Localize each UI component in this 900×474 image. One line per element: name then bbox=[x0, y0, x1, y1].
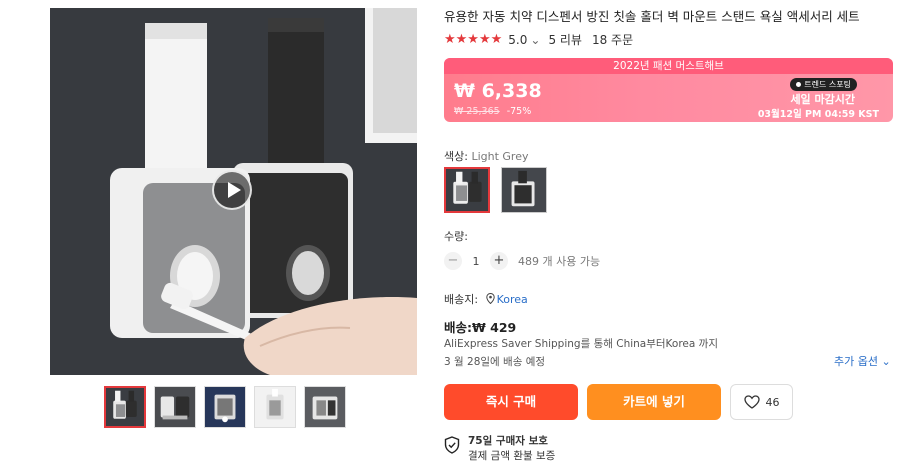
heart-icon bbox=[743, 395, 760, 409]
product-main-image[interactable] bbox=[50, 8, 417, 375]
rating-stars-icon: ★★★★★ bbox=[444, 32, 503, 47]
location-pin-icon bbox=[485, 292, 495, 305]
quantity-input[interactable]: 1 bbox=[462, 255, 490, 268]
event-title: 2022년 패션 머스트해브 bbox=[444, 58, 893, 74]
thumbnail-1[interactable] bbox=[104, 386, 146, 428]
buy-now-button[interactable]: 즉시 구매 bbox=[444, 384, 578, 420]
price-banner: 2022년 패션 머스트해브 ₩ 6,338 ₩ 25,365 -75% 트렌드… bbox=[444, 58, 893, 122]
selected-color-name: Light Grey bbox=[471, 150, 529, 163]
rating-value[interactable]: 5.0 bbox=[508, 33, 527, 47]
quantity-stepper: − 1 + 489 개 사용 가능 bbox=[444, 252, 600, 270]
quantity-label: 수량: bbox=[444, 230, 468, 243]
stock-available: 489 개 사용 가능 bbox=[518, 255, 601, 268]
thumbnail-5[interactable] bbox=[304, 386, 346, 428]
trend-dot-icon bbox=[796, 82, 802, 87]
sale-end-label: 세일 마감시간 bbox=[790, 93, 855, 106]
rating-chevron-icon[interactable]: ⌄ bbox=[530, 33, 540, 47]
discount-badge: -75% bbox=[506, 106, 532, 117]
color-label-text: 색상: bbox=[444, 150, 468, 163]
thumbnail-2[interactable] bbox=[154, 386, 196, 428]
wishlist-button[interactable]: 46 bbox=[730, 384, 793, 420]
color-option-light-grey[interactable] bbox=[444, 167, 490, 213]
price-details: ₩ 25,365 -75% bbox=[454, 106, 531, 117]
rating-row: ★★★★★ 5.0 ⌄ 5 리뷰 18 주문 bbox=[444, 31, 633, 48]
trend-badge-label: 트렌드 스포팅 bbox=[804, 80, 851, 89]
color-option-black[interactable] bbox=[501, 167, 547, 213]
shipping-cost: 배송:₩ 429 bbox=[444, 320, 517, 335]
add-to-cart-button[interactable]: 카트에 넣기 bbox=[587, 384, 721, 420]
ship-to-label: 배송지: bbox=[444, 293, 479, 306]
quantity-increase-button[interactable]: + bbox=[490, 252, 508, 270]
delivery-estimate: 3 월 28일에 배송 예정 bbox=[444, 356, 546, 368]
ship-to-location[interactable]: Korea bbox=[482, 292, 528, 306]
quantity-decrease-button[interactable]: − bbox=[444, 252, 462, 270]
more-shipping-options-link[interactable]: 추가 옵션 ⌄ bbox=[834, 353, 891, 369]
protection-subtitle: 결제 금액 환불 보증 bbox=[468, 450, 556, 462]
thumbnail-3[interactable] bbox=[204, 386, 246, 428]
protection-title: 75일 구매자 보호 bbox=[468, 435, 548, 447]
buyer-protection: 75일 구매자 보호 결제 금액 환불 보증 bbox=[444, 434, 555, 464]
color-label: 색상: Light Grey bbox=[444, 148, 528, 164]
wishlist-count: 46 bbox=[765, 395, 780, 409]
ship-to-row: 배송지: Korea bbox=[444, 291, 528, 307]
sale-end-time: 03월12일 PM 04:59 KST bbox=[757, 109, 879, 120]
product-title: 유용한 자동 치약 디스펜서 방진 칫솔 홀더 벽 마운트 스탠드 욕실 액세서… bbox=[444, 9, 860, 24]
shield-check-icon bbox=[444, 436, 460, 454]
ship-to-location-text[interactable]: Korea bbox=[497, 293, 528, 306]
play-video-button[interactable] bbox=[212, 170, 252, 210]
original-price: ₩ 25,365 bbox=[454, 106, 500, 117]
thumbnail-4[interactable] bbox=[254, 386, 296, 428]
shipping-method: AliExpress Saver Shipping를 통해 China부터Kor… bbox=[444, 338, 718, 350]
trend-badge: 트렌드 스포팅 bbox=[790, 78, 857, 91]
thumbnail-strip bbox=[104, 386, 346, 430]
order-count: 18 주문 bbox=[591, 33, 634, 47]
review-count-link[interactable]: 5 리뷰 bbox=[548, 31, 582, 48]
current-price: ₩ 6,338 bbox=[454, 80, 542, 102]
